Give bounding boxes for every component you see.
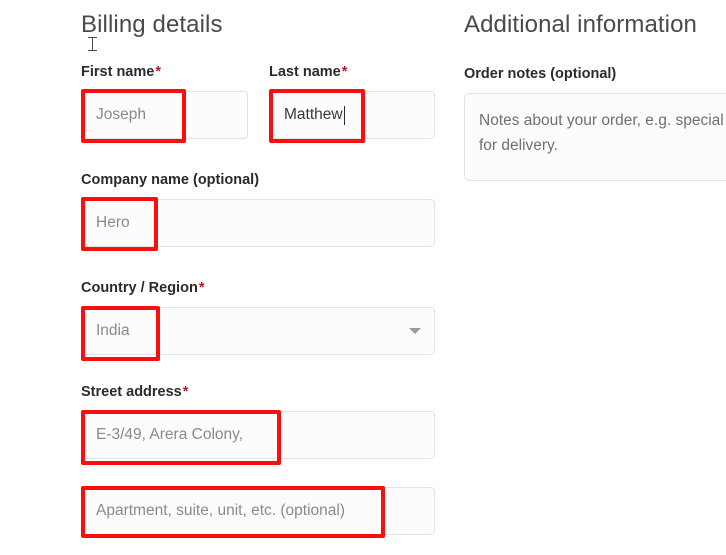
billing-details-column: Billing details First name* Joseph Last … (81, 10, 435, 535)
field-apartment: Apartment, suite, unit, etc. (optional) (81, 487, 435, 535)
street-address-required-marker: * (182, 384, 189, 400)
order-notes-placeholder: Notes about your order, e.g. special not… (479, 112, 726, 154)
field-country-region: Country / Region* India (81, 279, 435, 355)
order-notes-textarea[interactable]: Notes about your order, e.g. special not… (464, 93, 726, 181)
additional-information-column: Additional information Order notes (opti… (464, 10, 726, 181)
first-name-label-text: First name (81, 64, 155, 80)
first-name-input[interactable]: Joseph (81, 91, 248, 139)
last-name-input[interactable]: Matthew (269, 91, 435, 139)
company-name-label: Company name (optional) (81, 171, 435, 189)
street-address-input-value: E-3/49, Arera Colony, (96, 426, 244, 443)
billing-details-heading: Billing details (81, 11, 223, 38)
last-name-input-value: Matthew (284, 106, 343, 123)
street-address-label-text: Street address (81, 384, 182, 400)
last-name-label-text: Last name (269, 64, 341, 80)
last-name-label: Last name* (269, 63, 435, 81)
additional-information-heading: Additional information (464, 11, 698, 38)
company-name-input-value: Hero (96, 214, 130, 231)
first-name-input-value: Joseph (96, 106, 146, 123)
field-first-name: First name* Joseph (81, 63, 248, 139)
apartment-input[interactable]: Apartment, suite, unit, etc. (optional) (81, 487, 435, 535)
chevron-down-icon[interactable] (409, 328, 421, 334)
apartment-input-value: Apartment, suite, unit, etc. (optional) (96, 502, 345, 519)
country-region-selected-value: India (96, 322, 130, 339)
text-caret (343, 105, 345, 125)
country-region-required-marker: * (198, 280, 205, 296)
field-company-name: Company name (optional) Hero (81, 171, 435, 247)
last-name-required-marker: * (341, 64, 348, 80)
company-name-label-text: Company name (optional) (81, 172, 260, 188)
text-ibeam-cursor (88, 36, 97, 52)
checkout-page: Billing details First name* Joseph Last … (0, 0, 726, 555)
country-region-label: Country / Region* (81, 279, 435, 297)
street-address-input[interactable]: E-3/49, Arera Colony, (81, 411, 435, 459)
street-address-label: Street address* (81, 383, 435, 401)
field-last-name: Last name* Matthew (269, 63, 435, 139)
field-street-address: Street address* E-3/49, Arera Colony, (81, 383, 435, 459)
country-region-select[interactable]: India (81, 307, 435, 355)
first-name-label: First name* (81, 63, 248, 81)
first-name-required-marker: * (155, 64, 161, 80)
order-notes-label: Order notes (optional) (464, 66, 617, 82)
company-name-input[interactable]: Hero (81, 199, 435, 247)
country-region-label-text: Country / Region (81, 280, 198, 296)
